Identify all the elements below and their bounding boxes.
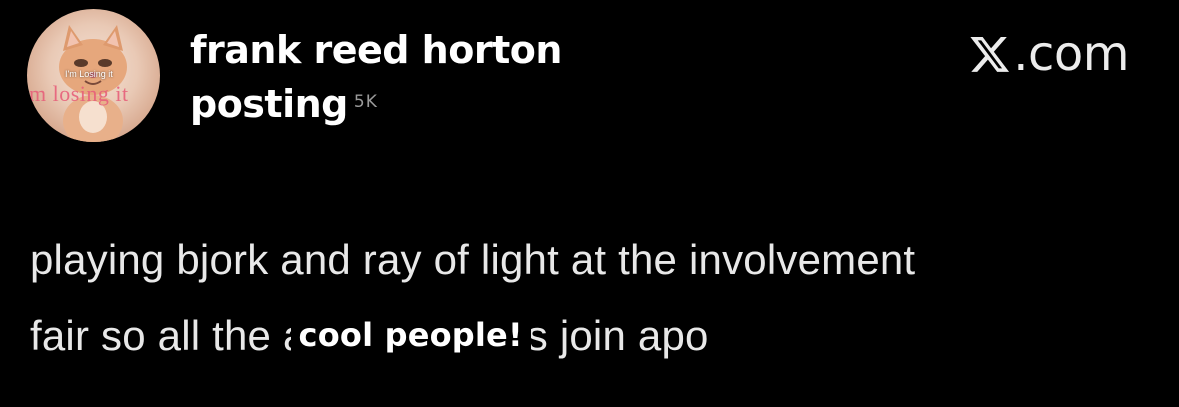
- avatar[interactable]: I'm Losing it m losing it: [27, 9, 160, 142]
- display-name-line2-text: posting: [190, 82, 348, 126]
- display-name-line1: frank reed horton: [190, 28, 562, 72]
- display-name-line2: posting 5K: [190, 76, 750, 130]
- avatar-caption-large: m losing it: [29, 81, 129, 106]
- post-text: playing bjork and ray of light at the in…: [30, 222, 1150, 377]
- x-logo-icon: [970, 37, 1010, 72]
- brand-suffix: .com: [1013, 26, 1129, 82]
- x-com-watermark: .com: [969, 24, 1129, 84]
- avatar-overlay: I'm Losing it m losing it: [27, 9, 160, 142]
- avatar-caption-small: I'm Losing it: [65, 69, 113, 79]
- follower-count-fragment: 5K: [353, 92, 378, 112]
- post-line-1: playing bjork and ray of light at the in…: [30, 236, 916, 283]
- cool-people-sticker: cool people!: [290, 297, 531, 373]
- display-name[interactable]: frank reed horton posting 5K: [190, 24, 750, 130]
- post-line-2-start: fair so all the a: [30, 312, 307, 359]
- post-line-2: fair so all the acool people!s join apo: [30, 297, 1150, 377]
- post-line-2-end: s join apo: [526, 312, 709, 359]
